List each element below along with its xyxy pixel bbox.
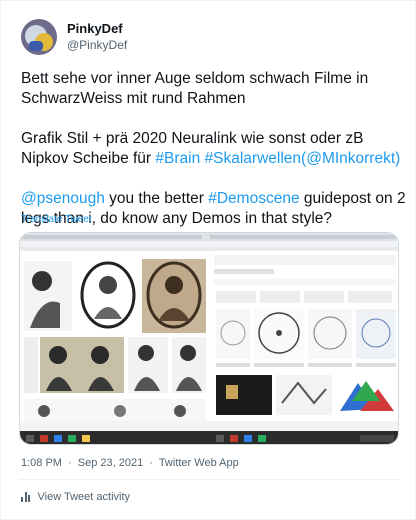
activity-chart-icon — [21, 492, 32, 502]
tweet-card: PinkyDef @PinkyDef Bett sehe vor inner A… — [0, 0, 416, 520]
tweet-paragraph-1: Bett sehe vor inner Auge seldom schwach … — [21, 70, 369, 107]
tweet-media-image[interactable] — [19, 232, 399, 445]
screenshot-image — [20, 233, 398, 444]
tweet-date[interactable]: Sep 23, 2021 — [78, 457, 143, 469]
divider — [19, 479, 399, 480]
meta-separator-1: · — [68, 457, 72, 469]
author-display-name[interactable]: PinkyDef — [67, 21, 127, 37]
view-tweet-activity-label: View Tweet activity — [37, 491, 131, 503]
tweet-text: Bett sehe vor inner Auge seldom schwach … — [21, 69, 407, 229]
tweet-timestamp: 1:08 PM · Sep 23, 2021 · Twitter Web App — [21, 457, 242, 469]
mention-paren-close: ) — [395, 150, 401, 167]
author-handle[interactable]: @PinkyDef — [67, 37, 127, 53]
view-tweet-activity-button[interactable]: View Tweet activity — [21, 491, 130, 503]
tweet-source: Twitter Web App — [158, 457, 239, 469]
mention-minkorrekt-link[interactable]: @MInkorrekt — [306, 150, 395, 167]
author-names: PinkyDef @PinkyDef — [67, 21, 127, 53]
tweet-header: PinkyDef @PinkyDef — [21, 19, 127, 55]
meta-separator-2: · — [149, 457, 153, 469]
tweet-paragraph-2: Grafik Stil + prä 2020 Neuralink wie son… — [21, 129, 407, 169]
hashtag-skalarwellen-link[interactable]: #Skalarwellen — [205, 150, 302, 167]
tweet-paragraph-3-mid: you the better — [104, 190, 209, 207]
hashtag-brain-link[interactable]: #Brain — [155, 150, 200, 167]
tweet-time[interactable]: 1:08 PM — [21, 457, 62, 469]
hashtag-demoscene-link[interactable]: #Demoscene — [208, 190, 299, 207]
avatar[interactable] — [21, 19, 57, 55]
mention-psenough-link[interactable]: @psenough — [21, 190, 105, 207]
translate-tweet-link[interactable]: Translate Tweet — [21, 214, 92, 225]
